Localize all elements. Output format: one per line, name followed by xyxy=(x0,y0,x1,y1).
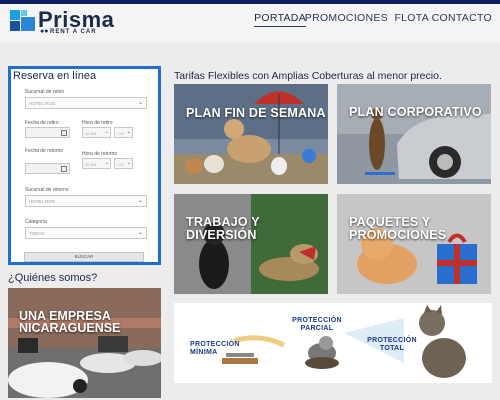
about-banner-label: UNA EMPRESA NICARAGUENSE xyxy=(19,309,121,335)
tile-paquetes-promociones[interactable]: PAQUETES Y PROMOCIONES xyxy=(337,194,491,294)
nav-flota[interactable]: FLOTA xyxy=(394,12,429,24)
chevron-down-icon: ⌄ xyxy=(104,160,109,166)
sucursal-retiro-value: HOTEL ROG xyxy=(29,101,56,106)
protection-minima: PROTECCIÓN MÍNIMA xyxy=(190,341,240,356)
lizard-dog-image xyxy=(174,194,328,294)
hora-retiro-label: Hora de retiro xyxy=(82,120,113,126)
brand-subtitle: RENT A CAR xyxy=(50,29,97,35)
minuto-retiro-select[interactable]: : 00 ⌄ xyxy=(114,127,133,138)
about-heading: ¿Quiénes somos? xyxy=(8,272,98,284)
tile-plan-corporativo[interactable]: PLAN CORPORATIVO xyxy=(337,84,491,184)
nav-contacto[interactable]: CONTACTO xyxy=(432,12,492,24)
minuto-retorno-value: : 00 xyxy=(117,162,124,167)
sucursal-retorno-label: Sucursal de retorno xyxy=(25,187,69,193)
tagline: Tarifas Flexibles con Amplias Coberturas… xyxy=(174,70,442,82)
chevron-down-icon: ⌄ xyxy=(104,129,109,135)
categoria-label: Categoría xyxy=(25,219,47,225)
protection-banner[interactable]: PROTECCIÓN MÍNIMA PROTECCIÓN PARCIAL PRO… xyxy=(174,303,492,383)
kittens-gift-image xyxy=(337,194,491,294)
calendar-icon xyxy=(61,130,67,136)
chevron-down-icon: ⌄ xyxy=(137,230,144,236)
fecha-retorno-input[interactable] xyxy=(25,163,70,174)
site-header: Prisma ●● RENT A CAR PORTADA PROMOCIONES… xyxy=(0,4,500,42)
tile-trabajo-diversion[interactable]: TRABAJO Y DIVERSIÓN xyxy=(174,194,328,294)
weekend-pets-image xyxy=(174,84,328,184)
about-banner[interactable]: UNA EMPRESA NICARAGUENSE xyxy=(8,288,161,398)
sucursal-retiro-select[interactable]: HOTEL ROG ⌄ xyxy=(25,97,147,109)
nav-promociones[interactable]: PROMOCIONES xyxy=(305,12,388,24)
sucursal-retiro-label: Sucursal de retiro xyxy=(25,89,65,95)
hora-retorno-value: 08 AM xyxy=(85,162,97,167)
fleet-cars-image xyxy=(8,288,161,398)
tile-label: PLAN FIN DE SEMANA xyxy=(186,106,326,120)
fecha-retiro-label: Fecha de retiro xyxy=(25,120,59,126)
booking-panel: Reserva en línea Sucursal de retiro HOTE… xyxy=(8,66,161,265)
chevron-down-icon: ⌄ xyxy=(137,198,144,204)
minuto-retiro-value: : 00 xyxy=(117,131,124,136)
fecha-retiro-input[interactable] xyxy=(25,127,70,138)
categoria-value: TODAS xyxy=(29,231,45,236)
search-button[interactable]: BUSCAR xyxy=(24,252,144,262)
logo[interactable]: Prisma ●● RENT A CAR xyxy=(10,7,114,38)
minuto-retorno-select[interactable]: : 00 ⌄ xyxy=(114,158,133,169)
chevron-down-icon: ⌄ xyxy=(137,100,144,106)
chevron-down-icon: ⌄ xyxy=(126,160,131,166)
hora-retorno-select[interactable]: 08 AM ⌄ xyxy=(82,158,111,169)
prisma-logo-icon xyxy=(10,10,36,36)
chevron-down-icon: ⌄ xyxy=(126,129,131,135)
tile-label: TRABAJO Y DIVERSIÓN xyxy=(186,215,260,242)
fecha-retorno-label: Fecha de retorno xyxy=(25,148,64,154)
corporate-car-image xyxy=(337,84,491,184)
tile-label: PLAN CORPORATIVO xyxy=(349,105,482,119)
hora-retiro-value: 08 AM xyxy=(85,131,97,136)
booking-title: Reserva en línea xyxy=(13,70,97,82)
car-icon: ●● xyxy=(40,28,49,35)
hora-retiro-select[interactable]: 08 AM ⌄ xyxy=(82,127,111,138)
sucursal-retorno-value: HOTEL ROG xyxy=(29,199,56,204)
nav-portada[interactable]: PORTADA xyxy=(254,12,306,27)
categoria-select[interactable]: TODAS ⌄ xyxy=(25,227,147,239)
tile-label: PAQUETES Y PROMOCIONES xyxy=(349,215,447,242)
hora-retorno-label: Hora de retorno xyxy=(82,151,118,157)
protection-parcial: PROTECCIÓN PARCIAL xyxy=(292,317,342,332)
tile-plan-fin-de-semana[interactable]: PLAN FIN DE SEMANA xyxy=(174,84,328,184)
protection-total: PROTECCIÓN TOTAL xyxy=(367,337,417,352)
calendar-icon xyxy=(61,166,67,172)
sucursal-retorno-select[interactable]: HOTEL ROG ⌄ xyxy=(25,195,147,207)
